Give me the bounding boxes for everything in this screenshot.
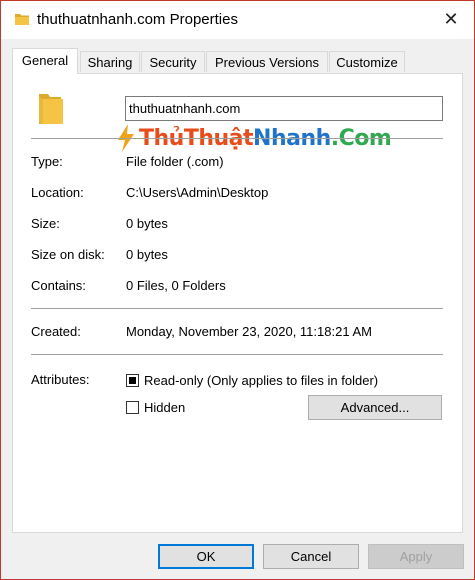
- divider: [31, 354, 443, 355]
- type-value: File folder (.com): [126, 154, 224, 169]
- advanced-button[interactable]: Advanced...: [308, 395, 442, 420]
- size-value: 0 bytes: [126, 216, 168, 231]
- tab-general[interactable]: General: [12, 48, 78, 74]
- created-value: Monday, November 23, 2020, 11:18:21 AM: [126, 324, 372, 339]
- hidden-checkbox[interactable]: [126, 401, 139, 414]
- title-bar: thuthuatnhanh.com Properties ✕: [1, 1, 474, 39]
- general-panel: ThủThuậtNhanh.Com Type: File folder (.co…: [12, 73, 463, 533]
- divider: [31, 308, 443, 309]
- attributes-label: Attributes:: [31, 372, 90, 387]
- cancel-button[interactable]: Cancel: [263, 544, 359, 569]
- readonly-label: Read-only (Only applies to files in fold…: [144, 373, 379, 388]
- size-on-disk-label: Size on disk:: [31, 247, 105, 262]
- readonly-checkbox[interactable]: [126, 374, 139, 387]
- contains-value: 0 Files, 0 Folders: [126, 278, 226, 293]
- folder-icon: [15, 14, 29, 25]
- location-label: Location:: [31, 185, 84, 200]
- close-icon: ✕: [443, 8, 459, 29]
- apply-button[interactable]: Apply: [368, 544, 464, 569]
- location-value: C:\Users\Admin\Desktop: [126, 185, 269, 200]
- close-button[interactable]: ✕: [434, 5, 468, 33]
- window-title: thuthuatnhanh.com Properties: [37, 11, 238, 28]
- size-label: Size:: [31, 216, 60, 231]
- tab-security[interactable]: Security: [141, 51, 205, 72]
- tab-previous-versions[interactable]: Previous Versions: [206, 51, 328, 72]
- folder-name-input[interactable]: [125, 96, 443, 121]
- properties-dialog: thuthuatnhanh.com Properties ✕ General S…: [0, 0, 475, 580]
- hidden-label: Hidden: [144, 400, 186, 415]
- divider: [31, 138, 443, 139]
- ok-button[interactable]: OK: [158, 544, 254, 569]
- type-label: Type:: [31, 154, 63, 169]
- contains-label: Contains:: [31, 278, 86, 293]
- size-on-disk-value: 0 bytes: [126, 247, 168, 262]
- tab-sharing[interactable]: Sharing: [80, 51, 140, 72]
- folder-icon: [39, 94, 63, 124]
- created-label: Created:: [31, 324, 81, 339]
- tab-customize[interactable]: Customize: [329, 51, 405, 72]
